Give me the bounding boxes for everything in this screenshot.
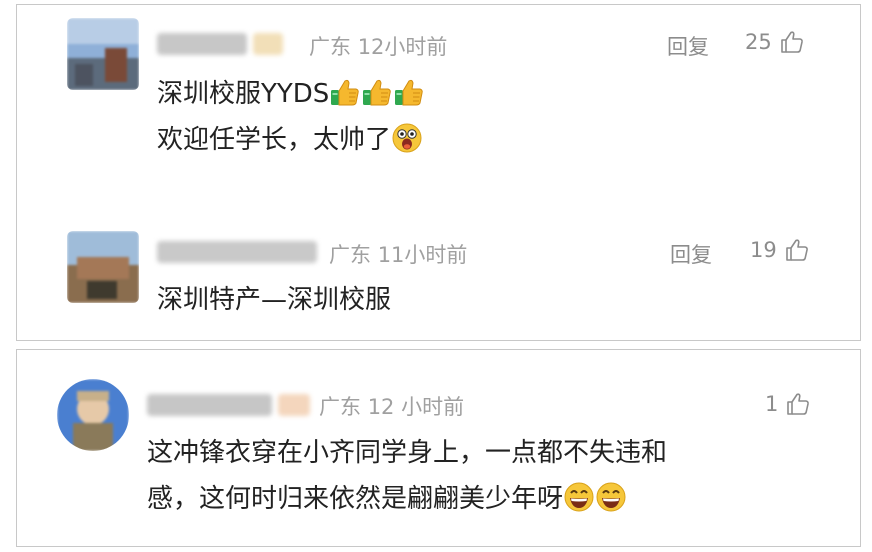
thumb-up-icon [780,30,804,54]
vip-badge-icon [278,394,310,416]
avatar[interactable] [67,231,139,303]
thumb-up-icon [785,238,809,262]
nickname[interactable] [147,390,310,420]
like-button[interactable]: 25 [745,30,804,54]
comment-text: 深圳特产—深圳校服 [157,285,392,315]
comment-meta: 广东 12 小时前 [319,395,465,419]
reply-button[interactable]: 回复 [670,239,712,269]
grinning-face-icon [596,482,626,512]
nickname[interactable] [157,237,317,267]
comment-card-1: 广东 12小时前 回复 25 深圳校服YYDS 欢迎任学长，太帅了 广东 11小… [16,4,861,341]
reply-button[interactable]: 回复 [667,31,709,61]
avatar[interactable] [57,379,129,451]
comment-meta: 广东 11小时前 [329,243,468,267]
like-button[interactable]: 1 [765,392,810,416]
comment-text: 深圳校服YYDS 欢迎任学长，太帅了 [157,71,425,163]
grinning-face-icon [564,482,594,512]
surprised-face-icon [392,123,422,153]
comment-card-2: 广东 12 小时前 1 这冲锋衣穿在小齐同学身上，一点都不失违和 感，这何时归来… [16,349,861,547]
thumbs-up-icon [362,77,392,107]
thumb-up-icon [786,392,810,416]
thumbs-up-icon [394,77,424,107]
like-button[interactable]: 19 [750,238,809,262]
vip-badge-icon [253,33,283,55]
avatar[interactable] [67,18,139,90]
thumbs-up-icon [330,77,360,107]
nickname[interactable] [157,29,283,59]
comment-meta: 广东 12小时前 [309,35,448,59]
like-count: 19 [750,238,777,262]
like-count: 1 [765,392,779,416]
like-count: 25 [745,30,772,54]
comment-text: 这冲锋衣穿在小齐同学身上，一点都不失违和 感，这何时归来依然是翩翩美少年呀 [147,438,668,514]
